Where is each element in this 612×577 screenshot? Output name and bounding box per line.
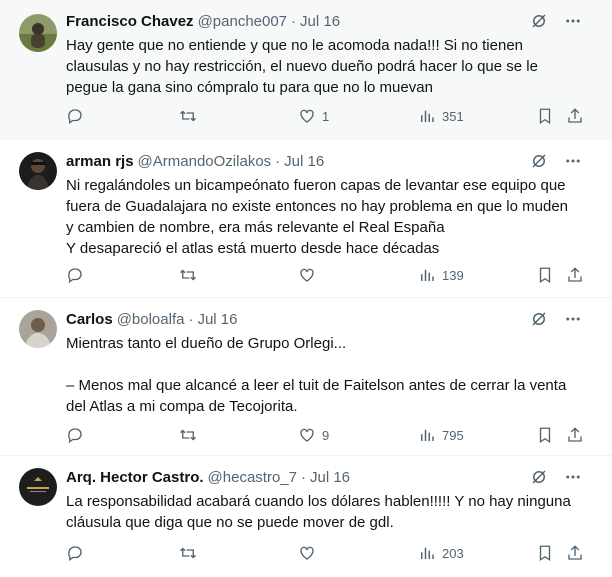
avatar[interactable] bbox=[19, 152, 57, 190]
like-icon bbox=[298, 544, 316, 562]
share-icon bbox=[566, 107, 584, 125]
views-button[interactable]: 203 bbox=[418, 542, 464, 564]
author-name[interactable]: Carlos bbox=[66, 311, 113, 328]
author-handle[interactable]: @panche007 bbox=[198, 13, 287, 30]
like-count: 9 bbox=[322, 427, 330, 443]
tweet-text: Ni regalándoles un bicampeónato fueron c… bbox=[66, 177, 569, 257]
author-name[interactable]: Francisco Chavez bbox=[66, 13, 194, 30]
reply-button[interactable] bbox=[66, 105, 84, 127]
bookmark-icon bbox=[536, 544, 554, 562]
share-button[interactable] bbox=[566, 424, 584, 446]
reply-button[interactable] bbox=[66, 542, 84, 564]
tweet-text: Mientras tanto el dueño de Grupo Orlegi.… bbox=[66, 335, 567, 415]
author-name[interactable]: arman rjs bbox=[66, 153, 134, 170]
grok-icon[interactable] bbox=[530, 468, 548, 486]
views-button[interactable]: 795 bbox=[418, 424, 464, 446]
tweet-text: Hay gente que no entiende y que no le ac… bbox=[66, 37, 538, 96]
more-icon[interactable] bbox=[564, 12, 582, 30]
views-icon bbox=[418, 426, 436, 444]
share-button[interactable] bbox=[566, 542, 584, 564]
bookmark-button[interactable] bbox=[536, 264, 554, 286]
tweet-date[interactable]: Jul 16 bbox=[284, 153, 324, 170]
separator: · bbox=[188, 310, 194, 328]
grok-icon[interactable] bbox=[530, 152, 548, 170]
like-count: 1 bbox=[322, 108, 330, 124]
like-icon bbox=[298, 107, 316, 125]
reply-button[interactable] bbox=[66, 264, 84, 286]
share-button[interactable] bbox=[566, 264, 584, 286]
retweet-icon bbox=[178, 544, 198, 562]
avatar[interactable] bbox=[19, 14, 57, 52]
more-icon[interactable] bbox=[564, 152, 582, 170]
share-button[interactable] bbox=[566, 105, 584, 127]
retweet-button[interactable] bbox=[178, 105, 198, 127]
like-icon bbox=[298, 266, 316, 284]
separator: · bbox=[275, 152, 281, 170]
reply-icon bbox=[66, 426, 84, 444]
bookmark-icon bbox=[536, 107, 554, 125]
share-icon bbox=[566, 544, 584, 562]
views-button[interactable]: 139 bbox=[418, 264, 464, 286]
view-count: 203 bbox=[442, 545, 464, 561]
tweet[interactable]: Carlos @boloalfa · Jul 16 Mientras tanto… bbox=[0, 298, 612, 456]
tweet-actions: 203 bbox=[66, 542, 594, 564]
reply-icon bbox=[66, 107, 84, 125]
view-count: 351 bbox=[442, 108, 464, 124]
bookmark-button[interactable] bbox=[536, 542, 554, 564]
tweet-date[interactable]: Jul 16 bbox=[197, 311, 237, 328]
reply-icon bbox=[66, 544, 84, 562]
separator: · bbox=[300, 468, 306, 486]
author-handle[interactable]: @ArmandoOzilakos bbox=[138, 153, 272, 170]
reply-icon bbox=[66, 266, 84, 284]
view-count: 795 bbox=[442, 427, 464, 443]
grok-icon[interactable] bbox=[530, 310, 548, 328]
tweet[interactable]: arman rjs @ArmandoOzilakos · Jul 16 Ni r… bbox=[0, 140, 612, 298]
tweet[interactable]: Francisco Chavez @panche007 · Jul 16 Hay… bbox=[0, 0, 612, 140]
bookmark-button[interactable] bbox=[536, 105, 554, 127]
share-icon bbox=[566, 426, 584, 444]
separator: · bbox=[291, 12, 297, 30]
views-icon bbox=[418, 544, 436, 562]
retweet-icon bbox=[178, 426, 198, 444]
view-count: 139 bbox=[442, 267, 464, 283]
tweet-header: Arq. Hector Castro. @hecastro_7 · Jul 16 bbox=[66, 466, 600, 488]
reply-feed: Francisco Chavez @panche007 · Jul 16 Hay… bbox=[0, 0, 612, 577]
tweet-header: Francisco Chavez @panche007 · Jul 16 bbox=[66, 10, 600, 32]
tweet-header: Carlos @boloalfa · Jul 16 bbox=[66, 308, 600, 330]
retweet-button[interactable] bbox=[178, 542, 198, 564]
like-button[interactable] bbox=[298, 542, 322, 564]
tweet-date[interactable]: Jul 16 bbox=[300, 13, 340, 30]
retweet-button[interactable] bbox=[178, 424, 198, 446]
like-icon bbox=[298, 426, 316, 444]
author-name[interactable]: Arq. Hector Castro. bbox=[66, 469, 204, 486]
author-handle[interactable]: @hecastro_7 bbox=[208, 469, 297, 486]
like-button[interactable]: 9 bbox=[298, 424, 329, 446]
retweet-icon bbox=[178, 266, 198, 284]
tweet-text: La responsabilidad acabará cuando los dó… bbox=[66, 493, 571, 531]
like-button[interactable]: 1 bbox=[298, 105, 329, 127]
views-icon bbox=[418, 107, 436, 125]
tweet-actions: 9 795 bbox=[66, 424, 594, 446]
like-button[interactable] bbox=[298, 264, 322, 286]
author-handle[interactable]: @boloalfa bbox=[117, 311, 185, 328]
tweet-date[interactable]: Jul 16 bbox=[310, 469, 350, 486]
avatar[interactable] bbox=[19, 310, 57, 348]
retweet-button[interactable] bbox=[178, 264, 198, 286]
tweet-actions: 1 351 bbox=[66, 105, 594, 127]
more-icon[interactable] bbox=[564, 468, 582, 486]
more-icon[interactable] bbox=[564, 310, 582, 328]
bookmark-icon bbox=[536, 426, 554, 444]
grok-icon[interactable] bbox=[530, 12, 548, 30]
views-icon bbox=[418, 266, 436, 284]
avatar[interactable] bbox=[19, 468, 57, 506]
bookmark-icon bbox=[536, 266, 554, 284]
bookmark-button[interactable] bbox=[536, 424, 554, 446]
tweet-actions: 139 bbox=[66, 264, 594, 286]
views-button[interactable]: 351 bbox=[418, 105, 464, 127]
retweet-icon bbox=[178, 107, 198, 125]
reply-button[interactable] bbox=[66, 424, 84, 446]
tweet[interactable]: Arq. Hector Castro. @hecastro_7 · Jul 16… bbox=[0, 456, 612, 577]
share-icon bbox=[566, 266, 584, 284]
tweet-header: arman rjs @ArmandoOzilakos · Jul 16 bbox=[66, 150, 600, 172]
